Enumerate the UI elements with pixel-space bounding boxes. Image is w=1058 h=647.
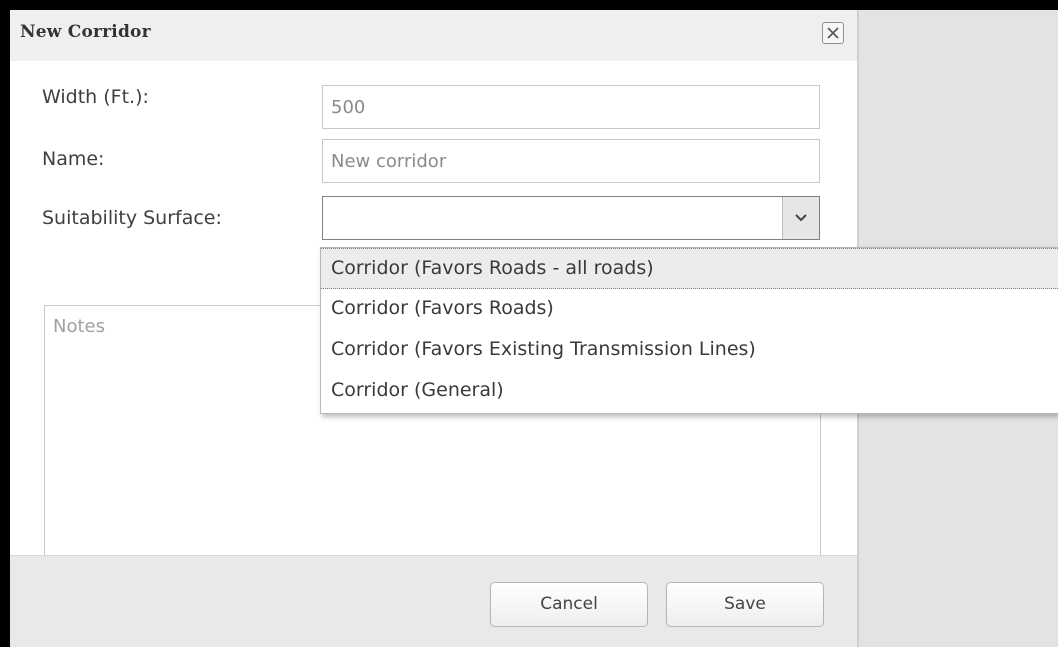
dropdown-option-general[interactable]: Corridor (General) xyxy=(321,371,1058,412)
dropdown-option-favors-transmission-lines[interactable]: Corridor (Favors Existing Transmission L… xyxy=(321,330,1058,371)
suitability-dropdown-list: Corridor (Favors Roads - all roads) Corr… xyxy=(320,247,1058,414)
dialog-title: New Corridor xyxy=(20,22,151,42)
dropdown-option-favors-roads[interactable]: Corridor (Favors Roads) xyxy=(321,289,1058,330)
name-input[interactable]: New corridor xyxy=(322,139,820,183)
suitability-surface-label: Suitability Surface: xyxy=(42,207,222,229)
close-button[interactable] xyxy=(822,22,844,44)
width-input[interactable]: 500 xyxy=(322,85,820,129)
dropdown-toggle-button[interactable] xyxy=(782,197,819,239)
dropdown-option-favors-roads-all[interactable]: Corridor (Favors Roads - all roads) xyxy=(321,248,1058,289)
save-button[interactable]: Save xyxy=(666,582,824,627)
width-label: Width (Ft.): xyxy=(42,86,149,108)
cancel-button[interactable]: Cancel xyxy=(490,582,648,627)
suitability-surface-select[interactable] xyxy=(322,196,820,240)
dialog-titlebar[interactable]: New Corridor xyxy=(10,10,857,61)
chevron-down-icon xyxy=(795,214,807,222)
dialog-footer: Cancel Save xyxy=(10,555,857,647)
close-x-icon xyxy=(827,27,839,39)
name-label: Name: xyxy=(42,148,105,170)
